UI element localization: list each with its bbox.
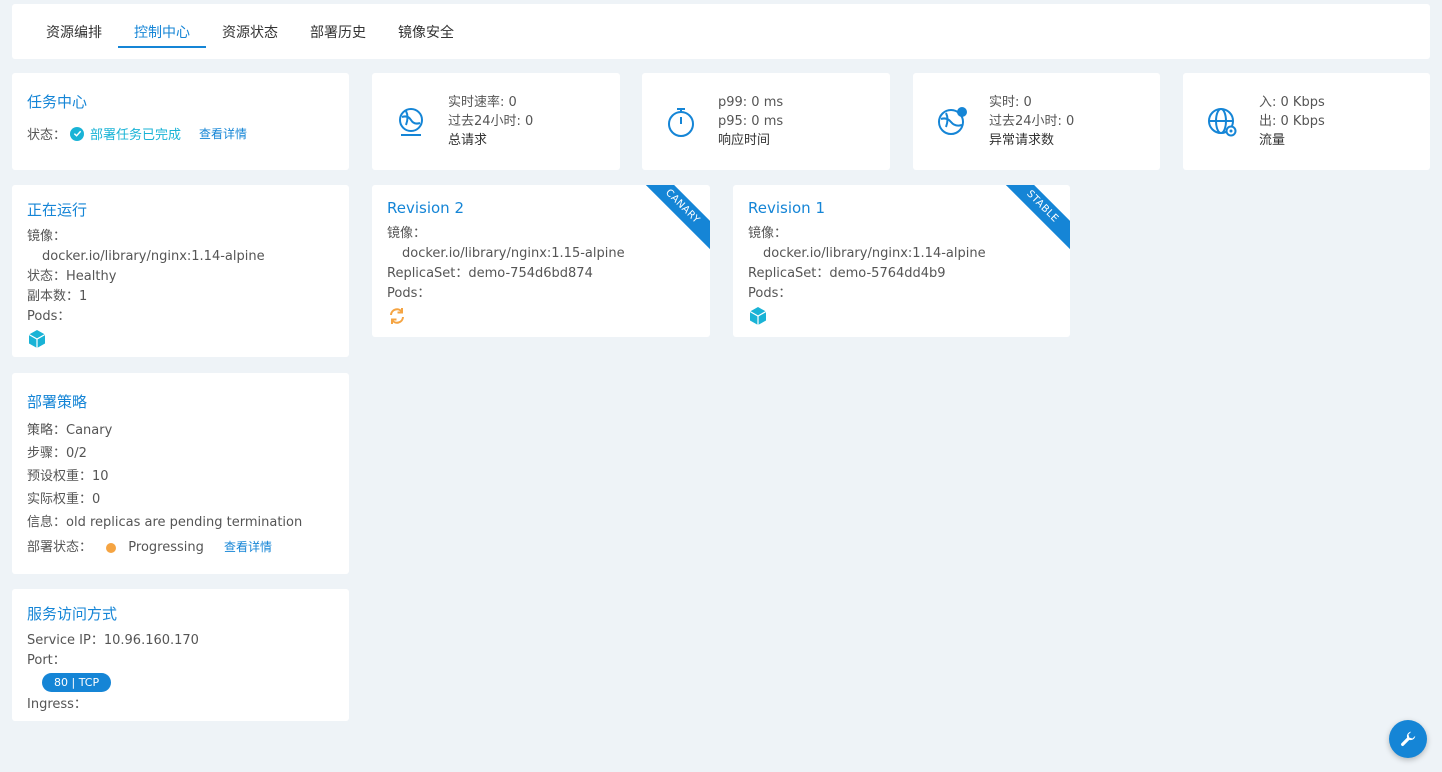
strategy-deploy-status-row: 部署状态： Progressing 查看详情 [27, 536, 334, 559]
traffic-out: 出: 0 Kbps [1259, 114, 1325, 129]
strategy-detail-link[interactable]: 查看详情 [224, 540, 272, 554]
task-status-row: 状态： 部署任务已完成 查看详情 [27, 124, 334, 143]
check-circle-icon [70, 126, 85, 141]
tab-image-security[interactable]: 镜像安全 [382, 4, 470, 59]
revision-2-pods-label: Pods： [387, 286, 431, 301]
page: 资源编排 控制中心 资源状态 部署历史 镜像安全 任务中心 状态： 部署任务已完… [0, 0, 1442, 772]
sync-icon[interactable] [387, 306, 407, 326]
tab-resource-status[interactable]: 资源状态 [206, 4, 294, 59]
running-replicas: 副本数：1 [27, 289, 88, 304]
requests-24h: 过去24小时: 0 [448, 114, 534, 129]
tab-deploy-history[interactable]: 部署历史 [294, 4, 382, 59]
tools-fab-button[interactable] [1389, 720, 1427, 758]
latency-p95: p95: 0 ms [718, 114, 784, 129]
progress-dot-icon [106, 542, 117, 553]
deploy-strategy-card: 部署策略 策略：Canary 步骤：0/2 预设权重：10 实际权重：0 信息：… [12, 373, 349, 574]
running-image-value: docker.io/library/nginx:1.14-alpine [42, 249, 265, 264]
strategy-title: 部署策略 [27, 393, 88, 411]
service-ip: Service IP：10.96.160.170 [27, 633, 199, 648]
running-image-label: 镜像： [27, 229, 67, 244]
running-card: 正在运行 镜像： docker.io/library/nginx:1.14-al… [12, 185, 349, 357]
globe-network-icon [399, 107, 423, 136]
errors-24h: 过去24小时: 0 [989, 114, 1075, 129]
metric-total-requests: 实时速率: 0 过去24小时: 0 总请求 [372, 73, 620, 170]
revision-1-image-value: docker.io/library/nginx:1.14-alpine [763, 246, 986, 261]
strategy-policy: 策略：Canary [27, 423, 113, 438]
service-title: 服务访问方式 [27, 605, 118, 623]
tab-resource-orchestration[interactable]: 资源编排 [30, 4, 118, 59]
metric-traffic: 入: 0 Kbps 出: 0 Kbps 流量 [1183, 73, 1430, 170]
revision-1-image-label: 镜像： [748, 226, 788, 241]
deploy-status-label: 部署状态： [27, 540, 93, 555]
deploy-status-value: Progressing [128, 540, 204, 555]
metric-response-time: p99: 0 ms p95: 0 ms 响应时间 [642, 73, 890, 170]
errors-realtime: 实时: 0 [989, 95, 1032, 110]
task-center-title: 任务中心 [27, 93, 88, 111]
running-title: 正在运行 [27, 201, 88, 219]
task-status-text: 部署任务已完成 [90, 128, 182, 143]
tab-control-center[interactable]: 控制中心 [118, 4, 206, 59]
pod-cube-icon[interactable] [27, 329, 47, 349]
task-detail-link[interactable]: 查看详情 [199, 125, 247, 142]
service-port-label: Port： [27, 653, 66, 668]
pod-cube-icon[interactable] [748, 306, 768, 326]
service-access-card: 服务访问方式 Service IP：10.96.160.170 Port： 80… [12, 589, 349, 721]
strategy-info: 信息：old replicas are pending termination [27, 515, 303, 530]
running-status: 状态：Healthy [27, 269, 117, 284]
requests-rate: 实时速率: 0 [448, 95, 517, 110]
revision-2-title: Revision 2 [387, 199, 464, 217]
revision-1-pods-label: Pods： [748, 286, 792, 301]
metric-error-requests: 实时: 0 过去24小时: 0 异常请求数 [913, 73, 1160, 170]
globe-alert-icon [938, 106, 967, 135]
task-status-label: 状态： [27, 128, 67, 143]
revision-card-2: CANARY Revision 2 镜像： docker.io/library/… [372, 185, 710, 337]
revision-card-1: STABLE Revision 1 镜像： docker.io/library/… [733, 185, 1070, 337]
traffic-label: 流量 [1259, 133, 1286, 148]
revision-1-title: Revision 1 [748, 199, 825, 217]
service-ingress-label: Ingress： [27, 697, 87, 712]
task-center-card: 任务中心 状态： 部署任务已完成 查看详情 [12, 73, 349, 170]
strategy-steps: 步骤：0/2 [27, 446, 87, 461]
wrench-icon [1400, 731, 1416, 747]
running-pods-label: Pods： [27, 309, 71, 324]
latency-label: 响应时间 [718, 133, 771, 148]
latency-p99: p99: 0 ms [718, 95, 784, 110]
strategy-actual-weight: 实际权重：0 [27, 492, 101, 507]
revision-2-image-label: 镜像： [387, 226, 427, 241]
globe-settings-icon [1208, 107, 1237, 136]
revision-1-replicaset: ReplicaSet：demo-5764dd4b9 [748, 266, 946, 281]
port-badge[interactable]: 80 | TCP [42, 673, 112, 692]
traffic-in: 入: 0 Kbps [1259, 95, 1325, 110]
revision-2-replicaset: ReplicaSet：demo-754d6bd874 [387, 266, 593, 281]
tab-bar: 资源编排 控制中心 资源状态 部署历史 镜像安全 [12, 4, 1430, 59]
revision-2-image-value: docker.io/library/nginx:1.15-alpine [402, 246, 625, 261]
stopwatch-icon [668, 107, 694, 137]
strategy-preset-weight: 预设权重：10 [27, 469, 109, 484]
errors-label: 异常请求数 [989, 133, 1055, 148]
requests-label: 总请求 [448, 133, 488, 148]
